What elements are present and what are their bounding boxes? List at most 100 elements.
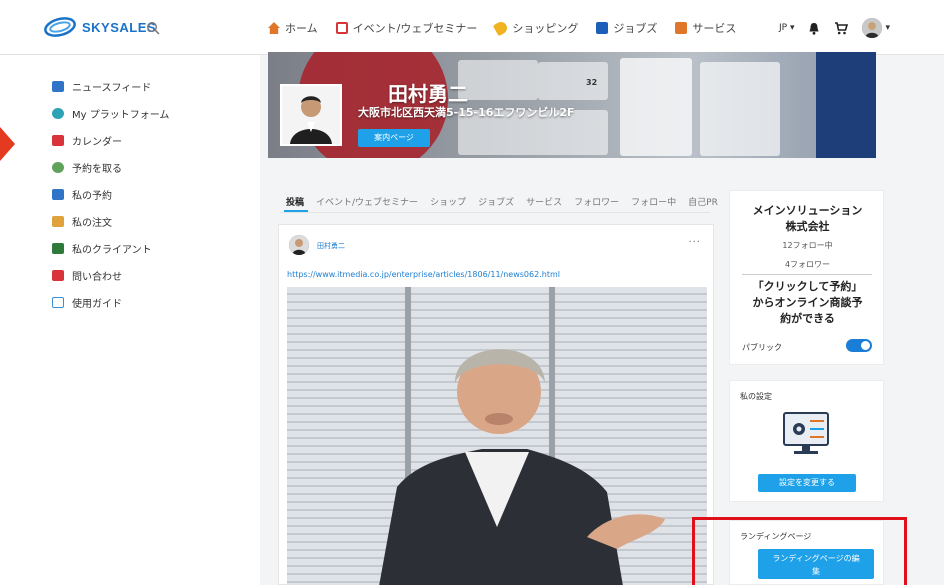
- calendar-icon: [52, 135, 64, 146]
- profile-name: 田村勇二: [388, 82, 468, 106]
- nav-jobs-label: ジョブズ: [613, 22, 658, 35]
- post-link[interactable]: https://www.itmedia.co.jp/enterprise/art…: [287, 270, 560, 279]
- booking-icon: [52, 162, 64, 173]
- sidebar-item-label: 予約を取る: [72, 164, 122, 175]
- company-name-line: メインソリューション: [752, 204, 863, 217]
- tab-following[interactable]: フォロー中: [625, 195, 682, 208]
- sidebar-item-my-orders[interactable]: 私の注文: [52, 208, 169, 235]
- settings-card: 私の設定 設定を変更する: [729, 380, 884, 502]
- toolbox-icon: [675, 22, 688, 34]
- sidebar-item-book[interactable]: 予約を取る: [52, 154, 169, 181]
- sidebar-item-label: 私の注文: [72, 218, 112, 229]
- banner-bg-number: 32: [586, 78, 598, 87]
- header-tools: JP ▾ ▾: [779, 18, 890, 38]
- left-sidebar: ニュースフィード My プラットフォーム カレンダー 予約を取る 私の予約 私の…: [0, 55, 260, 585]
- logo-text: SKYSALES: [82, 19, 157, 35]
- sidebar-item-guide[interactable]: 使用ガイド: [52, 289, 169, 316]
- more-options-icon[interactable]: ···: [688, 237, 701, 248]
- active-tab-indicator: [284, 210, 308, 212]
- tab-services[interactable]: サービス: [520, 195, 568, 208]
- promo-line: からオンライン商談予: [752, 296, 863, 309]
- cart-icon[interactable]: [834, 21, 849, 35]
- sidebar-item-label: カレンダー: [72, 137, 122, 148]
- sidebar-item-newsfeed[interactable]: ニュースフィード: [52, 73, 169, 100]
- nav-services[interactable]: サービス: [675, 20, 736, 36]
- sidebar-item-contact[interactable]: 問い合わせ: [52, 262, 169, 289]
- chevron-down-icon: ▾: [885, 23, 890, 33]
- home-icon: [268, 22, 280, 34]
- tab-posts[interactable]: 投稿: [280, 195, 310, 208]
- tabs-divider: [280, 212, 710, 213]
- nav-jobs[interactable]: ジョブズ: [596, 20, 657, 36]
- divider: [742, 274, 872, 275]
- guide-icon: [52, 297, 64, 308]
- promo-line: 約ができる: [780, 312, 835, 325]
- followers-count[interactable]: 4フォロワー: [730, 259, 885, 270]
- banner-decor: 32: [538, 62, 608, 100]
- calendar-icon: [335, 22, 348, 34]
- profile-banner: 32 田村勇二 大阪市北区西天満5-15-16エフワンビル2F 案内ページ: [268, 52, 876, 158]
- tab-followers[interactable]: フォロワー: [568, 195, 625, 208]
- nav-events[interactable]: イベント/ウェブセミナー: [335, 20, 478, 36]
- nav-services-label: サービス: [692, 22, 737, 35]
- post-image[interactable]: [287, 287, 707, 585]
- company-name: メインソリューション 株式会社: [730, 203, 885, 235]
- sidebar-item-my-clients[interactable]: 私のクライアント: [52, 235, 169, 262]
- speaker-figure: [379, 349, 665, 585]
- nav-shopping[interactable]: ショッピング: [493, 19, 579, 37]
- public-label: パブリック: [742, 343, 782, 352]
- language-selector[interactable]: JP ▾: [779, 23, 794, 33]
- network-icon: [52, 108, 64, 119]
- sidebar-item-label: ニュースフィード: [72, 83, 152, 94]
- content-tabs: 投稿 イベント/ウェブセミナー ショップ ジョブズ サービス フォロワー フォロ…: [280, 195, 724, 208]
- nav-events-label: イベント/ウェブセミナー: [352, 22, 478, 35]
- search-icon[interactable]: [146, 21, 160, 35]
- annotation-highlight-box: [692, 517, 907, 585]
- sidebar-list: ニュースフィード My プラットフォーム カレンダー 予約を取る 私の予約 私の…: [52, 73, 169, 316]
- sidebar-item-label: 私の予約: [72, 191, 112, 202]
- booking-promo: 「クリックして予約」 からオンライン商談予 約ができる: [730, 279, 885, 327]
- company-name-line: 株式会社: [785, 220, 830, 233]
- contact-icon: [52, 270, 64, 281]
- sidebar-item-label: 私のクライアント: [72, 245, 152, 256]
- sidebar-item-label: 問い合わせ: [72, 272, 122, 283]
- change-settings-button[interactable]: 設定を変更する: [758, 474, 856, 492]
- toggle-knob: [861, 341, 870, 350]
- newsfeed-icon: [52, 81, 64, 92]
- tab-events[interactable]: イベント/ウェブセミナー: [310, 195, 424, 208]
- banner-decor: [458, 60, 538, 100]
- user-menu[interactable]: ▾: [862, 18, 890, 38]
- sidebar-item-my-platform[interactable]: My プラットフォーム: [52, 100, 169, 127]
- settings-title: 私の設定: [740, 392, 772, 401]
- top-header: SKYSALES ホーム イベント/ウェブセミナー ショッピング ジョブズ サー…: [0, 0, 944, 55]
- banner-decor: [816, 52, 876, 158]
- sidebar-item-calendar[interactable]: カレンダー: [52, 127, 169, 154]
- sidebar-item-label: My プラットフォーム: [72, 110, 170, 121]
- tab-self-pr[interactable]: 自己PR: [682, 195, 724, 208]
- sidebar-item-my-reservations[interactable]: 私の予約: [52, 181, 169, 208]
- promo-line: 「クリックして予約」: [752, 280, 863, 293]
- nav-home-label: ホーム: [285, 22, 318, 35]
- following-count[interactable]: 12フォロー中: [730, 240, 885, 251]
- settings-monitor-icon: [783, 412, 829, 454]
- post-author[interactable]: 田村勇二: [317, 241, 345, 251]
- banner-decor: [700, 62, 780, 156]
- profile-photo[interactable]: [280, 84, 342, 146]
- bell-icon[interactable]: [808, 22, 820, 35]
- post-card: 田村勇二 ··· https://www.itmedia.co.jp/enter…: [278, 224, 714, 585]
- guide-page-button[interactable]: 案内ページ: [358, 129, 430, 147]
- tab-jobs[interactable]: ジョブズ: [472, 195, 520, 208]
- sidebar-item-label: 使用ガイド: [72, 299, 122, 310]
- company-card: メインソリューション 株式会社 12フォロー中 4フォロワー 「クリックして予約…: [729, 190, 884, 365]
- nav-shopping-label: ショッピング: [512, 22, 579, 35]
- logo[interactable]: SKYSALES: [44, 16, 156, 38]
- public-toggle[interactable]: [846, 339, 872, 352]
- annotation-arrow: [0, 127, 15, 161]
- clients-icon: [52, 243, 64, 254]
- avatar[interactable]: [289, 235, 309, 255]
- tag-icon: [493, 19, 510, 37]
- banner-decor: [620, 58, 692, 156]
- briefcase-icon: [596, 22, 609, 34]
- nav-home[interactable]: ホーム: [268, 20, 318, 36]
- tab-shop[interactable]: ショップ: [424, 195, 472, 208]
